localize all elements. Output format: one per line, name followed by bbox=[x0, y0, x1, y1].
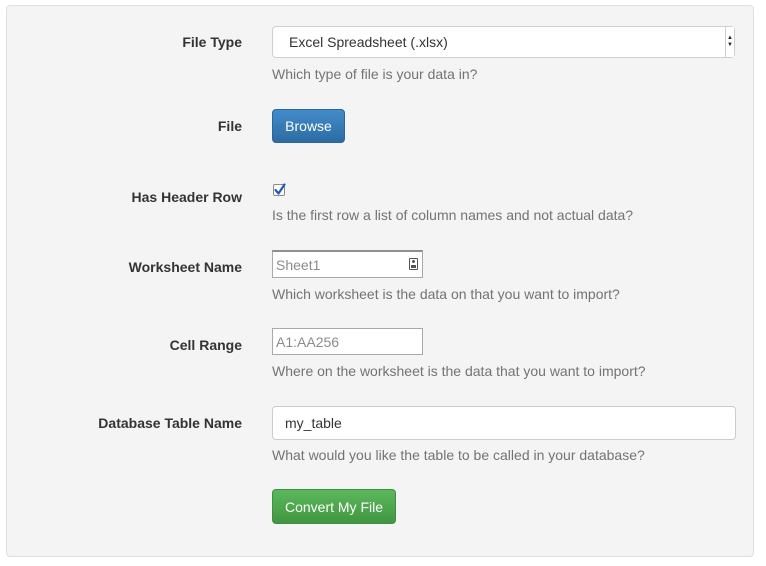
cell-range-input[interactable]: A1:AA256 bbox=[272, 328, 423, 355]
table-name-value: my_table bbox=[285, 415, 342, 431]
file-label: File bbox=[217, 118, 242, 134]
table-name-help: What would you like the table to be call… bbox=[272, 447, 645, 463]
cell-range-placeholder: A1:AA256 bbox=[276, 334, 340, 350]
cell-range-help: Where on the worksheet is the data that … bbox=[272, 363, 646, 379]
header-row-checkbox[interactable] bbox=[273, 183, 286, 196]
table-name-input[interactable]: my_table bbox=[272, 406, 736, 440]
file-type-select[interactable]: Excel Spreadsheet (.xlsx) ▲ ▼ bbox=[272, 26, 735, 58]
form-panel bbox=[6, 5, 754, 557]
worksheet-name-placeholder: Sheet1 bbox=[276, 257, 321, 273]
cell-range-label: Cell Range bbox=[169, 337, 242, 353]
header-row-help: Is the first row a list of column names … bbox=[272, 207, 634, 223]
browse-button[interactable]: Browse bbox=[272, 109, 345, 143]
worksheet-name-label: Worksheet Name bbox=[128, 259, 242, 275]
worksheet-name-input[interactable]: Sheet1 bbox=[272, 250, 423, 278]
contact-card-icon[interactable] bbox=[409, 258, 418, 270]
checkmark-icon bbox=[274, 183, 286, 195]
table-name-label: Database Table Name bbox=[98, 415, 242, 431]
worksheet-name-help: Which worksheet is the data on that you … bbox=[272, 286, 620, 302]
header-row-label: Has Header Row bbox=[131, 189, 242, 205]
convert-file-button[interactable]: Convert My File bbox=[272, 489, 396, 524]
file-type-help: Which type of file is your data in? bbox=[272, 66, 478, 82]
file-type-selected-value: Excel Spreadsheet (.xlsx) bbox=[289, 34, 448, 50]
file-type-label: File Type bbox=[182, 34, 242, 50]
updown-arrows-icon: ▲ ▼ bbox=[725, 27, 734, 57]
